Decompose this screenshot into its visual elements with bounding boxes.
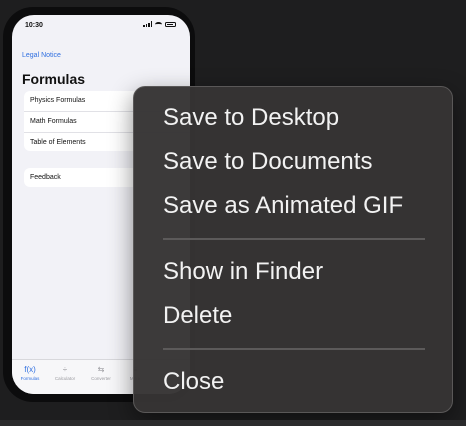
tab-label: Formulas	[20, 376, 40, 381]
list-item-label: Physics Formulas	[30, 97, 86, 104]
tab-label: Calculator	[54, 376, 76, 381]
desktop-bottom-edge	[0, 420, 466, 426]
menu-item-save-to-documents[interactable]: Save to Documents	[163, 147, 372, 177]
function-icon: f(x)	[24, 365, 36, 374]
list-item-label: Math Formulas	[30, 118, 77, 125]
calculator-icon: ÷	[62, 365, 68, 374]
menu-item-delete[interactable]: Delete	[163, 301, 232, 331]
page-title: Formulas	[22, 71, 86, 87]
context-menu: Save to Desktop Save to Documents Save a…	[133, 86, 453, 413]
menu-item-save-as-animated-gif[interactable]: Save as Animated GIF	[163, 191, 403, 221]
menu-separator	[163, 348, 425, 350]
tab-converter[interactable]: ⇆ Converter	[86, 364, 116, 381]
tab-label: Converter	[91, 376, 111, 381]
status-time: 10:30	[25, 22, 43, 29]
legal-notice-link[interactable]: Legal Notice	[22, 52, 61, 59]
menu-item-show-in-finder[interactable]: Show in Finder	[163, 257, 323, 287]
menu-item-close[interactable]: Close	[163, 367, 224, 397]
wifi-icon	[155, 21, 162, 27]
list-item-label: Table of Elements	[30, 139, 86, 146]
status-icons	[143, 21, 176, 27]
menu-separator	[163, 238, 425, 240]
battery-icon	[165, 21, 176, 27]
menu-item-save-to-desktop[interactable]: Save to Desktop	[163, 103, 339, 133]
list-item-label: Feedback	[30, 174, 61, 181]
tab-formulas[interactable]: f(x) Formulas	[15, 364, 45, 381]
signal-icon	[143, 21, 152, 27]
status-bar: 10:30	[12, 15, 190, 33]
convert-arrows-icon: ⇆	[97, 365, 105, 374]
tab-calculator[interactable]: ÷ Calculator	[50, 364, 80, 381]
